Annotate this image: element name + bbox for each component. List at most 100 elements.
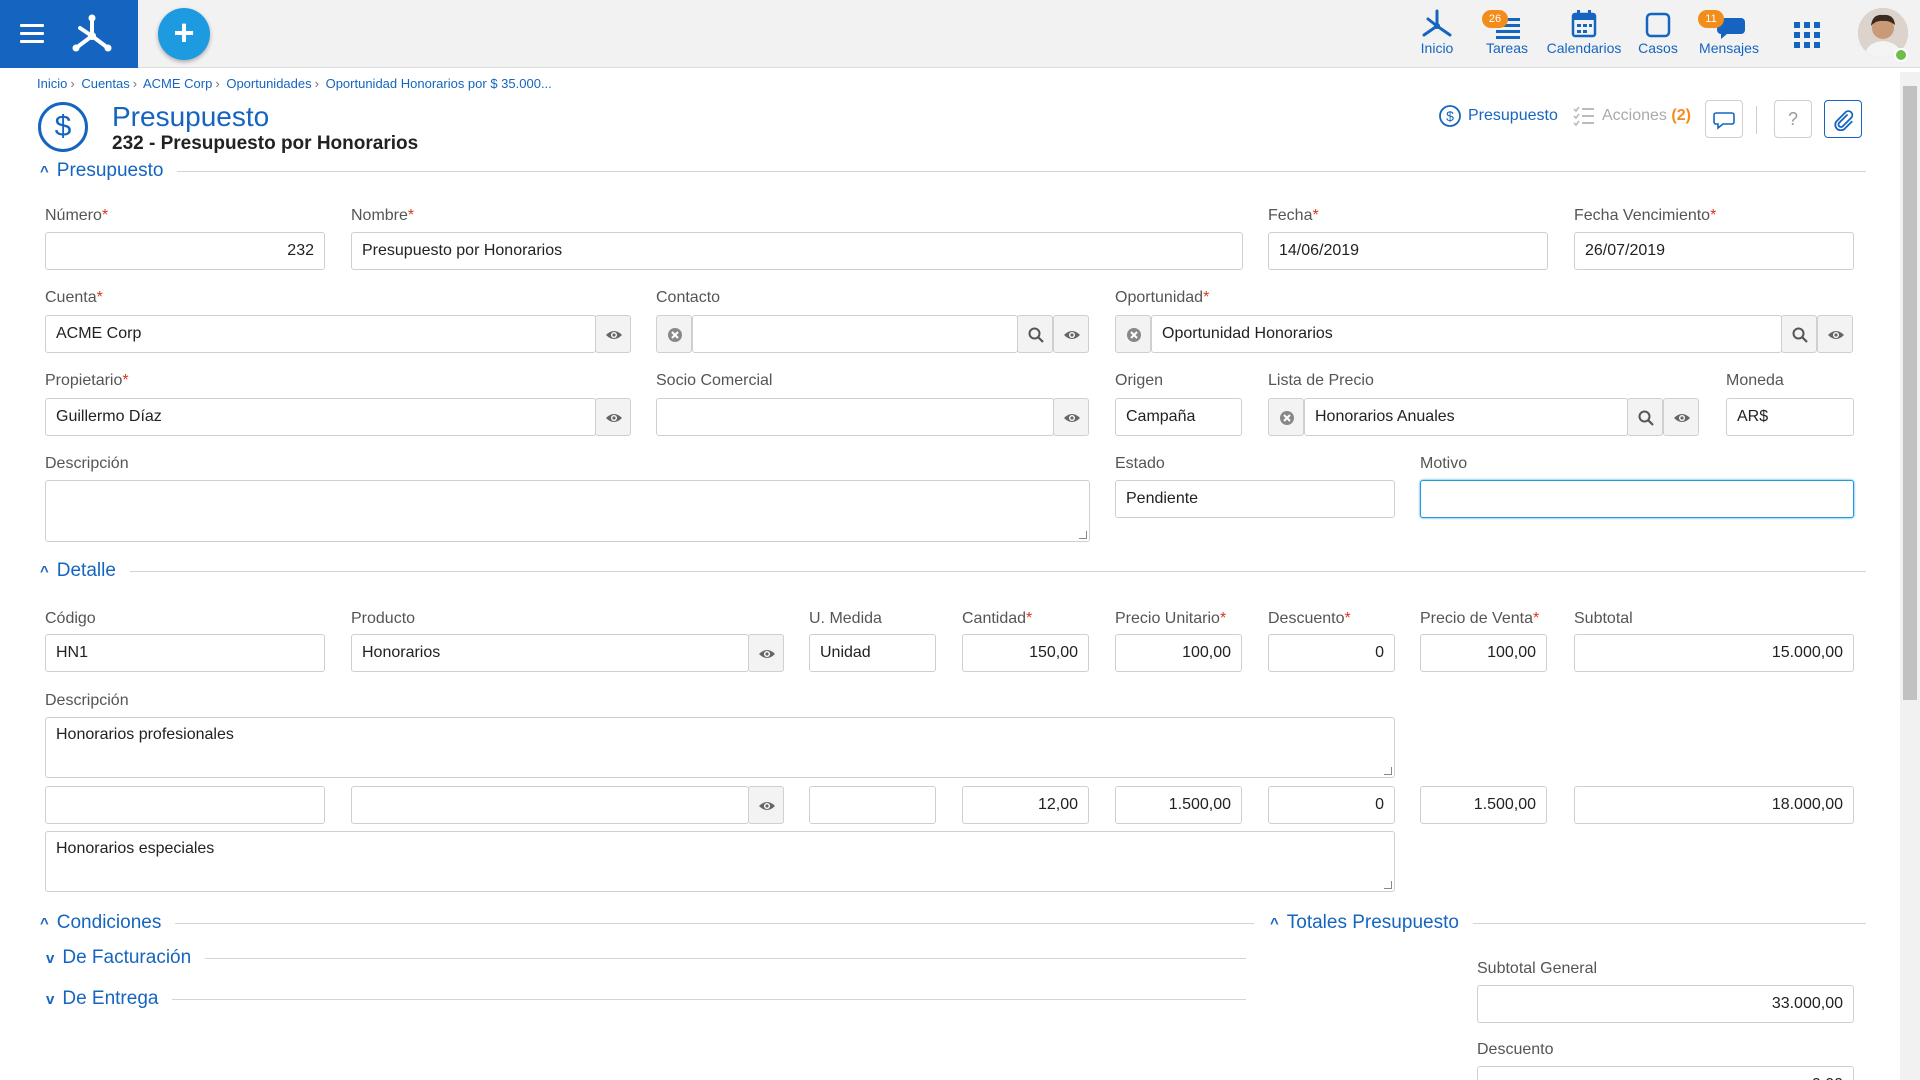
- row2-precio-venta[interactable]: 1.500,00: [1420, 786, 1547, 824]
- nav-calendarios[interactable]: Calendarios: [1546, 6, 1622, 62]
- row1-descripcion[interactable]: Honorarios profesionales: [45, 717, 1395, 778]
- oportunidad-view-button[interactable]: [1817, 315, 1853, 353]
- lista-clear-button[interactable]: [1268, 398, 1304, 436]
- section-presupuesto[interactable]: ^ Presupuesto: [40, 160, 1866, 182]
- subtotal-general-field[interactable]: 33.000,00: [1477, 985, 1854, 1023]
- descuento-total-field[interactable]: 0,00: [1477, 1066, 1854, 1080]
- row2-descripcion[interactable]: Honorarios especiales: [45, 831, 1395, 892]
- lista-search-button[interactable]: [1627, 398, 1663, 436]
- contacto-field[interactable]: [692, 315, 1018, 353]
- svg-text:$: $: [1446, 108, 1454, 124]
- contacto-label: Contacto: [656, 289, 721, 306]
- row1-medida[interactable]: Unidad: [809, 634, 936, 672]
- row2-producto[interactable]: [351, 786, 749, 824]
- cuenta-view-button[interactable]: [595, 315, 631, 353]
- row2-cantidad[interactable]: 12,00: [962, 786, 1089, 824]
- propietario-view-button[interactable]: [595, 398, 631, 436]
- vencimiento-field[interactable]: 26/07/2019: [1574, 232, 1854, 270]
- checklist-icon: [1573, 106, 1594, 127]
- breadcrumb-inicio[interactable]: Inicio: [37, 76, 67, 91]
- section-title: De Entrega: [62, 988, 159, 1009]
- scrollbar-thumb[interactable]: [1903, 86, 1917, 700]
- menu-icon[interactable]: [20, 24, 44, 44]
- section-detalle[interactable]: ^ Detalle: [40, 560, 1866, 582]
- nav-inicio[interactable]: Inicio: [1412, 6, 1462, 62]
- row2-subtotal[interactable]: 18.000,00: [1574, 786, 1854, 824]
- numero-field[interactable]: 232: [45, 232, 325, 270]
- nav-mensajes[interactable]: 11 Mensajes: [1696, 6, 1762, 62]
- fecha-field[interactable]: 14/06/2019: [1268, 232, 1548, 270]
- eye-icon: [606, 331, 622, 339]
- moneda-field[interactable]: AR$: [1726, 398, 1854, 436]
- help-button[interactable]: ?: [1774, 100, 1812, 138]
- messages-badge: 11: [1698, 10, 1724, 28]
- oportunidad-search-button[interactable]: [1781, 315, 1817, 353]
- motivo-field[interactable]: [1420, 480, 1854, 518]
- apps-grid-icon[interactable]: [1794, 22, 1820, 48]
- nav-tareas[interactable]: 26 Tareas: [1482, 6, 1532, 62]
- origen-field[interactable]: Campaña: [1115, 398, 1242, 436]
- comments-button[interactable]: [1705, 100, 1743, 138]
- contacto-view-button[interactable]: [1053, 315, 1089, 353]
- codigo-header: Código: [45, 610, 96, 627]
- row1-precio-venta[interactable]: 100,00: [1420, 634, 1547, 672]
- chevron-up-icon: ^: [1270, 914, 1279, 932]
- home-icon: [1422, 9, 1452, 37]
- row2-medida[interactable]: [809, 786, 936, 824]
- nav-casos[interactable]: Casos: [1634, 6, 1682, 62]
- breadcrumb-cuentas[interactable]: Cuentas: [81, 76, 129, 91]
- clear-icon: [668, 328, 682, 342]
- row1-producto-view-button[interactable]: [748, 634, 784, 672]
- nombre-field[interactable]: Presupuesto por Honorarios: [351, 232, 1243, 270]
- lista-field[interactable]: Honorarios Anuales: [1304, 398, 1628, 436]
- contacto-clear-button[interactable]: [656, 315, 692, 353]
- row1-subtotal[interactable]: 15.000,00: [1574, 634, 1854, 672]
- row1-descuento[interactable]: 0: [1268, 634, 1395, 672]
- row1-codigo[interactable]: HN1: [45, 634, 325, 672]
- socio-view-button[interactable]: [1053, 398, 1089, 436]
- propietario-field[interactable]: Guillermo Díaz: [45, 398, 596, 436]
- row2-producto-view-button[interactable]: [748, 786, 784, 824]
- presupuesto-link[interactable]: $ Presupuesto: [1438, 104, 1558, 128]
- oportunidad-field[interactable]: Oportunidad Honorarios: [1151, 315, 1782, 353]
- logo-icon[interactable]: [70, 14, 114, 54]
- socio-field[interactable]: [656, 398, 1054, 436]
- row2-codigo[interactable]: [45, 786, 325, 824]
- clear-icon: [1280, 411, 1294, 425]
- row2-descuento[interactable]: 0: [1268, 786, 1395, 824]
- breadcrumb-oportunidad[interactable]: Oportunidad Honorarios por $ 35.000...: [326, 76, 552, 91]
- section-title: De Facturación: [62, 947, 192, 968]
- row2-precio-unitario[interactable]: 1.500,00: [1115, 786, 1242, 824]
- add-button[interactable]: +: [158, 8, 210, 60]
- descuento-total-label: Descuento: [1477, 1041, 1554, 1058]
- breadcrumb-acme[interactable]: ACME Corp: [143, 76, 212, 91]
- contacto-search-button[interactable]: [1017, 315, 1053, 353]
- detalle-descripcion-label: Descripción: [45, 692, 129, 709]
- section-totales[interactable]: ^ Totales Presupuesto: [1270, 912, 1866, 934]
- tasks-badge: 26: [1482, 10, 1508, 28]
- row1-precio-unitario[interactable]: 100,00: [1115, 634, 1242, 672]
- subtotal-header: Subtotal: [1574, 610, 1633, 627]
- cuenta-field[interactable]: ACME Corp: [45, 315, 596, 353]
- numero-label: Número*: [45, 207, 109, 224]
- oportunidad-label: Oportunidad*: [1115, 289, 1210, 306]
- oportunidad-clear-button[interactable]: [1115, 315, 1151, 353]
- breadcrumb: Inicio › Cuentas › ACME Corp › Oportunidade…: [37, 76, 552, 91]
- section-title: Presupuesto: [56, 160, 164, 181]
- section-entrega[interactable]: v De Entrega: [46, 988, 1246, 1010]
- lista-view-button[interactable]: [1663, 398, 1699, 436]
- section-facturacion[interactable]: v De Facturación: [46, 947, 1246, 969]
- estado-field[interactable]: Pendiente: [1115, 480, 1395, 518]
- section-title: Totales Presupuesto: [1286, 912, 1459, 933]
- top-bar: + Inicio 26 Tareas Calendarios Casos 11 …: [0, 0, 1920, 68]
- descripcion-textarea[interactable]: [45, 480, 1090, 542]
- section-title: Detalle: [56, 560, 116, 581]
- row1-producto[interactable]: Honorarios: [351, 634, 749, 672]
- eye-icon: [1674, 414, 1690, 422]
- breadcrumb-oportunidades[interactable]: Oportunidades: [226, 76, 311, 91]
- section-condiciones[interactable]: ^ Condiciones: [40, 912, 1254, 934]
- eye-icon: [1064, 414, 1080, 422]
- acciones-button[interactable]: Acciones (2): [1572, 104, 1691, 128]
- attachments-button[interactable]: [1824, 100, 1862, 138]
- row1-cantidad[interactable]: 150,00: [962, 634, 1089, 672]
